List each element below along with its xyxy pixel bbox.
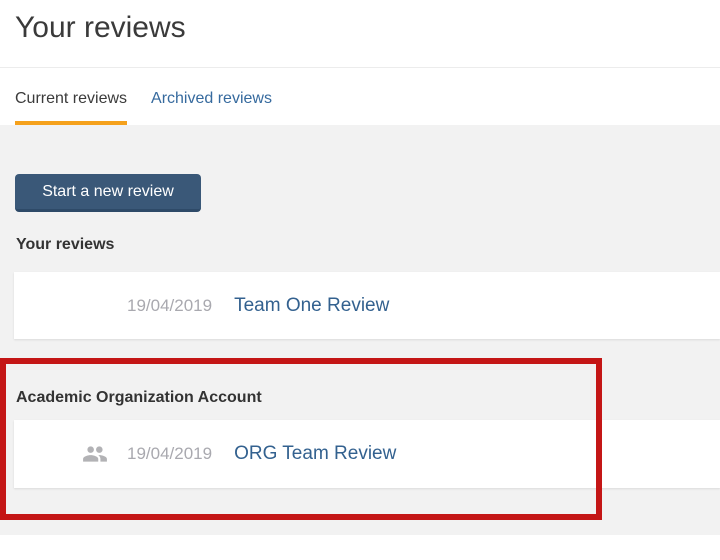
title-bar: Your reviews xyxy=(0,0,720,68)
review-link-org-team[interactable]: ORG Team Review xyxy=(234,443,396,465)
review-date: 19/04/2019 xyxy=(127,444,213,463)
tab-archived-reviews[interactable]: Archived reviews xyxy=(151,89,272,125)
review-date: 19/04/2019 xyxy=(127,295,213,315)
start-new-review-button[interactable]: Start a new review xyxy=(15,174,201,212)
review-row: 19/04/2019 ORG Team Review xyxy=(14,420,720,488)
content-area: Start a new review Your reviews 19/04/20… xyxy=(0,125,720,535)
review-link-team-one[interactable]: Team One Review xyxy=(234,295,389,317)
group-icon xyxy=(82,441,108,467)
section-header-your-reviews: Your reviews xyxy=(16,236,115,253)
tab-current-reviews[interactable]: Current reviews xyxy=(15,89,128,125)
row-icon-cell xyxy=(14,441,108,467)
tab-bar: Current reviews Archived reviews xyxy=(0,68,720,125)
review-row: 19/04/2019 Team One Review xyxy=(14,272,720,339)
page-title: Your reviews xyxy=(15,11,186,44)
section-header-academic-organization: Academic Organization Account xyxy=(16,389,262,406)
